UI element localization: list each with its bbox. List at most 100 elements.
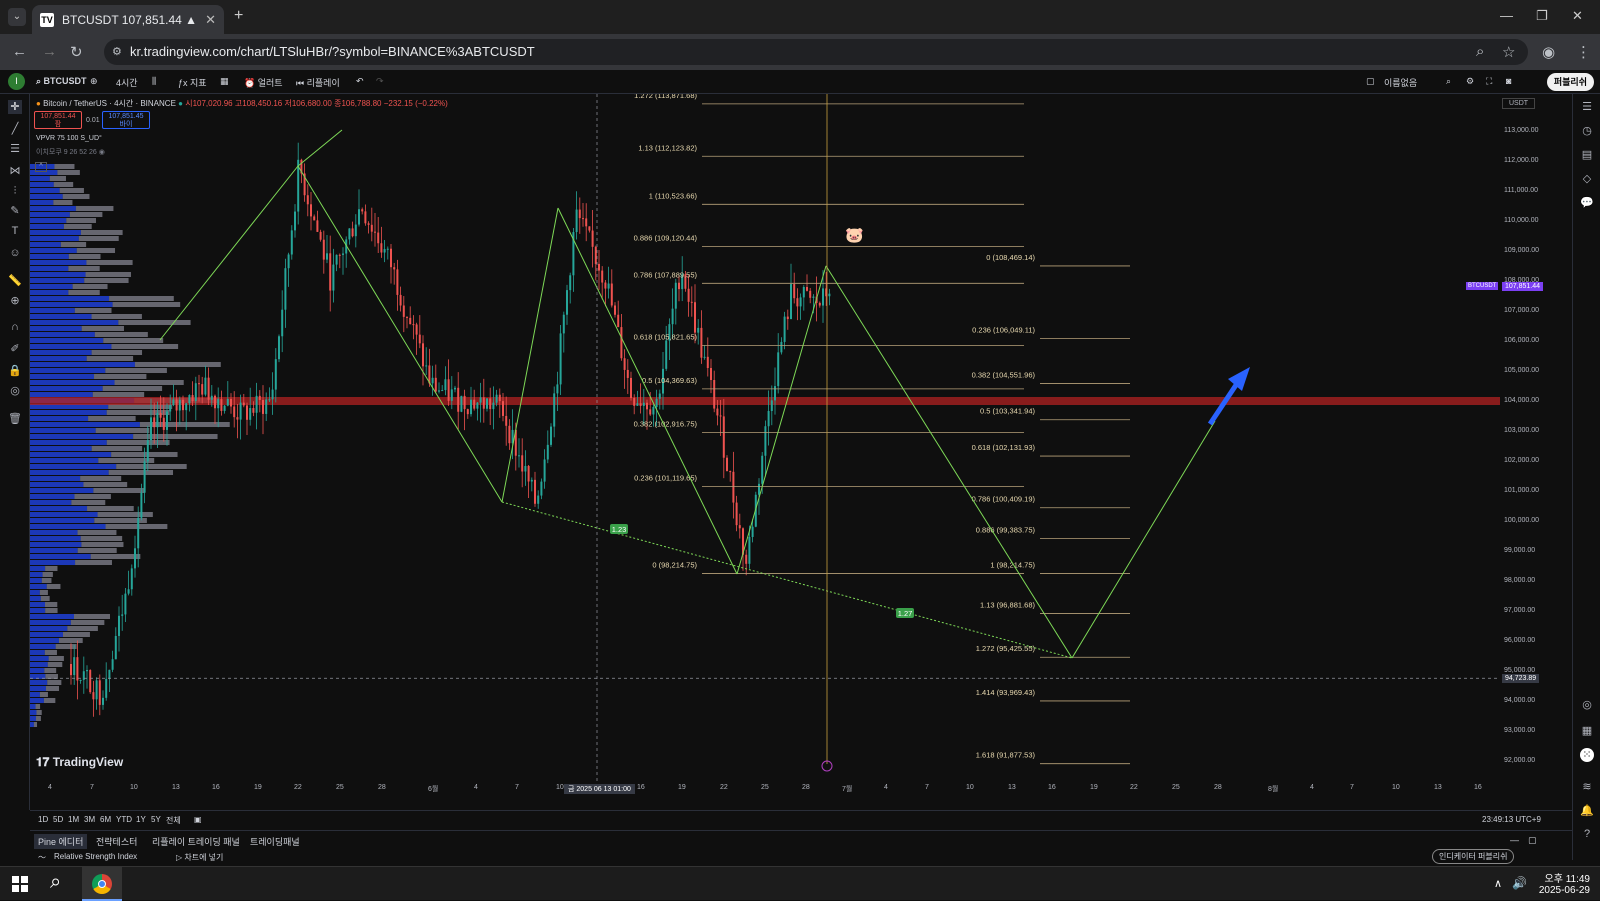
layout-toggle-icon[interactable]: ▢ bbox=[1366, 76, 1375, 87]
ichimoku-indicator-label[interactable]: 이치모쿠 9 26 52 26 ◉ bbox=[36, 147, 105, 157]
restore-icon[interactable]: ❐ bbox=[1536, 8, 1548, 24]
projection-tool-icon[interactable]: ⫶ bbox=[8, 184, 22, 198]
indicator-name[interactable]: Relative Strength Index bbox=[54, 852, 137, 861]
crosshair-icon[interactable]: ✛ bbox=[8, 100, 22, 114]
settings-gear-icon[interactable]: ⚙ bbox=[1466, 76, 1474, 87]
browser-tab-active[interactable]: TV BTCUSDT 107,851.44 ▲ +0.52 ✕ bbox=[32, 5, 224, 34]
close-window-icon[interactable]: ✕ bbox=[1572, 8, 1583, 24]
zoom-icon[interactable]: ⌕ bbox=[1476, 43, 1484, 60]
symbol-title[interactable]: ● Bitcoin / TetherUS · 4시간 · BINANCE ● 시… bbox=[36, 98, 448, 109]
apps-grid-icon[interactable]: ⁙ bbox=[1580, 748, 1594, 762]
layers-icon[interactable]: ◇ bbox=[1580, 172, 1594, 186]
site-info-icon[interactable]: ⚙ bbox=[112, 39, 122, 65]
range-button-3m[interactable]: 3M bbox=[84, 815, 95, 824]
indicator-publish-button[interactable]: 인디케이터 퍼블리쉬 bbox=[1432, 849, 1515, 864]
open-chart-button[interactable]: ▷ 차트에 넣기 bbox=[176, 852, 223, 863]
range-button-1d[interactable]: 1D bbox=[38, 815, 48, 824]
camera-icon[interactable]: ◙ bbox=[1506, 76, 1511, 86]
buy-button[interactable]: 107,851.45 바이 bbox=[102, 111, 150, 129]
help-icon[interactable]: ? bbox=[1580, 828, 1594, 842]
tab-search-icon[interactable]: ⌄ bbox=[8, 8, 26, 26]
maximize-panel-icon[interactable]: ▢ bbox=[1528, 835, 1537, 846]
reload-icon[interactable]: ↻ bbox=[70, 43, 83, 61]
eye-icon[interactable]: ◎ bbox=[8, 384, 22, 398]
collapse-legend-icon[interactable]: ^ bbox=[35, 162, 47, 172]
candle-type-icon[interactable]: ⫼ bbox=[152, 76, 156, 87]
minimize-icon[interactable]: — bbox=[1500, 8, 1513, 23]
chart-pane[interactable]: 1.272 (113,871.68) 1.13 (112,123.82) 1 (11… bbox=[30, 94, 1572, 796]
range-button-6m[interactable]: 6M bbox=[100, 815, 111, 824]
bottom-tab[interactable]: 트레이딩패널 bbox=[250, 835, 300, 848]
bell-icon[interactable]: 🔔 bbox=[1580, 804, 1594, 818]
profile-icon[interactable]: ◉ bbox=[1542, 43, 1555, 61]
currency-button[interactable]: USDT bbox=[1502, 98, 1536, 109]
windows-start-icon[interactable] bbox=[12, 876, 28, 892]
range-button-5d[interactable]: 5D bbox=[53, 815, 63, 824]
publish-button[interactable]: 퍼블리쉬 bbox=[1546, 73, 1594, 91]
clock-text[interactable]: 23:49:13 UTC+9 bbox=[1482, 815, 1541, 824]
back-icon[interactable]: ← bbox=[12, 43, 27, 60]
indicators-button[interactable]: ƒx 지표 bbox=[178, 76, 207, 89]
bottom-tab[interactable]: 전략테스터 bbox=[96, 835, 137, 848]
calendar-icon[interactable]: ▦ bbox=[1580, 724, 1594, 738]
minimize-panel-icon[interactable]: — bbox=[1510, 835, 1519, 845]
ruler-icon[interactable]: 📏 bbox=[8, 274, 22, 288]
news-icon[interactable]: ▤ bbox=[1580, 148, 1594, 162]
forward-icon[interactable]: → bbox=[42, 43, 57, 60]
url-input[interactable]: ⚙ kr.tradingview.com/chart/LTSluHBr/?sym… bbox=[104, 39, 1528, 65]
replay-button[interactable]: ⏮ 리플레이 bbox=[296, 76, 340, 89]
pattern-tool-icon[interactable]: ⋈ bbox=[8, 164, 22, 178]
fib-tool-icon[interactable]: ☰ bbox=[8, 142, 22, 156]
candle-body bbox=[188, 395, 191, 404]
symbol-search-button[interactable]: ⌕ BTCUSDT bbox=[36, 76, 87, 87]
range-button-전체[interactable]: 전체 bbox=[166, 815, 181, 826]
bottom-tab[interactable]: 리플레이 트레이딩 패널 bbox=[152, 835, 240, 848]
taskbar-search-icon[interactable]: ⌕ bbox=[50, 871, 61, 894]
target-icon[interactable]: ◎ bbox=[1580, 698, 1594, 712]
close-tab-icon[interactable]: ✕ bbox=[205, 12, 216, 28]
lock-draw-icon[interactable]: ✐ bbox=[8, 342, 22, 356]
visibility-eye-icon[interactable]: ◉ bbox=[99, 149, 105, 156]
pig-emoji-icon[interactable]: 🐷 bbox=[845, 226, 864, 244]
chrome-taskbar-icon[interactable] bbox=[82, 867, 122, 901]
brush-icon[interactable]: ✎ bbox=[8, 204, 22, 218]
alerts-clock-icon[interactable]: ◷ bbox=[1580, 124, 1594, 138]
trash-icon[interactable]: 🗑 bbox=[8, 412, 22, 426]
signal-icon[interactable]: ≋ bbox=[1580, 780, 1594, 794]
range-button-1m[interactable]: 1M bbox=[68, 815, 79, 824]
sell-button[interactable]: 107,851.44 팜 bbox=[34, 111, 82, 129]
search-icon[interactable]: ⌕ bbox=[1446, 76, 1451, 87]
trendline-icon[interactable]: ╱ bbox=[8, 122, 22, 136]
new-tab-icon[interactable]: + bbox=[234, 7, 243, 25]
watchlist-icon[interactable]: ☰ bbox=[1580, 100, 1594, 114]
taskbar-clock[interactable]: 오후 11:49 2025-06-29 bbox=[1530, 870, 1590, 896]
redo-icon[interactable]: ↷ bbox=[376, 76, 384, 87]
chat-icon[interactable]: 💬 bbox=[1580, 196, 1594, 210]
time-axis[interactable]: 4 7 10 13 16 19 22 25 28 6월 4 7 10 16 19 22 25 28 7월 4 7 10 13… bbox=[30, 784, 1572, 796]
emoji-icon[interactable]: ☺ bbox=[8, 246, 22, 260]
fullscreen-icon[interactable]: ⛶ bbox=[1486, 76, 1492, 87]
candle-body bbox=[252, 408, 255, 413]
range-button-1y[interactable]: 1Y bbox=[136, 815, 146, 824]
alert-button[interactable]: ⏰ 얼러트 bbox=[244, 76, 283, 89]
range-button-ytd[interactable]: YTD bbox=[116, 815, 132, 824]
layout-name-button[interactable]: 이름없음 bbox=[1384, 76, 1417, 89]
undo-icon[interactable]: ↶ bbox=[356, 76, 364, 87]
add-symbol-icon[interactable]: ⊕ bbox=[90, 76, 98, 87]
volume-icon[interactable]: 🔊 bbox=[1512, 876, 1527, 890]
price-scale[interactable]: USDT 113,000.00 112,000.00 111,000.00 110,0… bbox=[1466, 94, 1572, 784]
interval-button[interactable]: 4시간 bbox=[116, 76, 138, 89]
date-range-icon[interactable]: ▣ bbox=[194, 815, 202, 824]
vpvr-indicator-label[interactable]: VPVR 75 100 S_UD° bbox=[36, 135, 102, 142]
text-tool-icon[interactable]: T bbox=[8, 224, 22, 238]
lock-icon[interactable]: 🔒 bbox=[8, 364, 22, 378]
user-avatar[interactable]: I bbox=[8, 73, 25, 90]
menu-kebab-icon[interactable]: ⋮ bbox=[1576, 43, 1591, 61]
magnet-icon[interactable]: ∩ bbox=[8, 320, 22, 334]
tray-chevron-icon[interactable]: ∧ bbox=[1494, 877, 1502, 890]
bottom-tab[interactable]: Pine 에디터 bbox=[34, 834, 88, 849]
bookmark-star-icon[interactable]: ☆ bbox=[1502, 43, 1515, 61]
zoom-in-icon[interactable]: ⊕ bbox=[8, 294, 22, 308]
range-button-5y[interactable]: 5Y bbox=[151, 815, 161, 824]
layout-icon[interactable]: ▦ bbox=[220, 76, 229, 87]
